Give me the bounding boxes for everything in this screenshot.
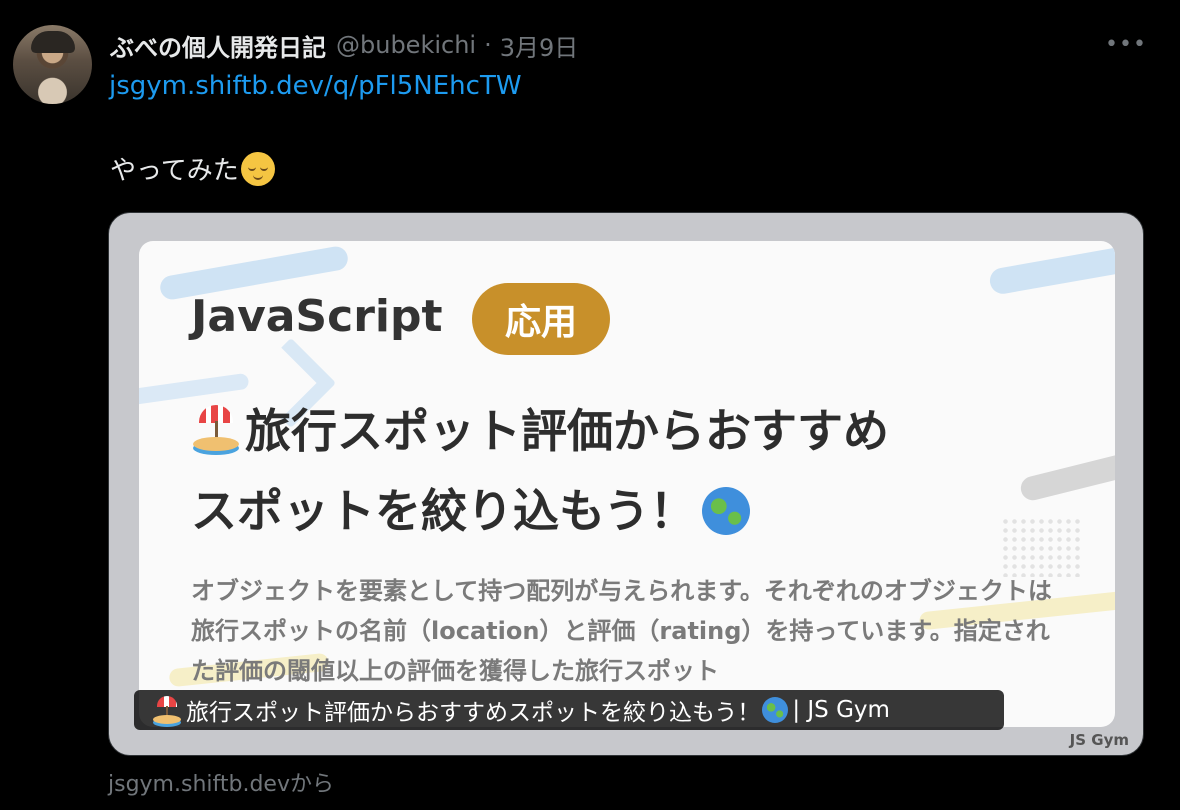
- card-description: オブジェクトを要素として持つ配列が与えられます。それぞれのオブジェクトは旅行スポ…: [191, 577, 1052, 685]
- display-name[interactable]: ぶべの個人開発日記: [110, 28, 326, 63]
- tweet-link[interactable]: jsgym.shiftb.dev/q/pFl5NEhcTW: [109, 71, 522, 101]
- avatar-cap: [31, 31, 75, 53]
- decor-stripe: [1018, 443, 1115, 503]
- level-badge: 応用: [472, 283, 610, 355]
- tweet-text-content: やってみた: [110, 156, 239, 186]
- link-card[interactable]: JavaScript 応用 旅行スポット評価からおすすめ スポットを絞り込もう！…: [108, 212, 1144, 756]
- relieved-face-icon: [240, 151, 275, 186]
- headline-line1: 旅行スポット評価からおすすめ: [245, 404, 889, 458]
- globe-icon: [762, 697, 789, 723]
- decor-stripe: [987, 244, 1115, 296]
- user-handle[interactable]: @bubekichi: [336, 31, 476, 59]
- beach-umbrella-icon: [191, 403, 241, 453]
- decor-dots: [1001, 517, 1081, 577]
- avatar[interactable]: [13, 25, 92, 104]
- overlay-title: 旅行スポット評価からおすすめスポットを絞り込もう！: [186, 700, 761, 726]
- tweet-date[interactable]: 3月9日: [500, 28, 579, 63]
- separator-dot: ·: [484, 31, 492, 59]
- brand-mark: JS Gym: [1069, 731, 1129, 749]
- more-horizontal-icon[interactable]: •••: [1105, 30, 1146, 58]
- card-source[interactable]: jsgym.shiftb.devから: [108, 766, 334, 798]
- beach-umbrella-icon: [152, 695, 182, 725]
- card-title-overlay[interactable]: 旅行スポット評価からおすすめスポットを絞り込もう！ | JS Gym: [134, 690, 1004, 730]
- card-headline: 旅行スポット評価からおすすめ スポットを絞り込もう！: [191, 391, 889, 551]
- overlay-suffix: | JS Gym: [792, 697, 890, 723]
- tweet-header: ぶべの個人開発日記 @bubekichi · 3月9日: [110, 28, 578, 62]
- tweet-text: やってみた: [110, 150, 275, 187]
- card-image: JavaScript 応用 旅行スポット評価からおすすめ スポットを絞り込もう！…: [139, 241, 1115, 727]
- globe-icon: [701, 487, 750, 535]
- headline-line2: スポットを絞り込もう！: [191, 484, 696, 538]
- card-language: JavaScript: [191, 291, 443, 342]
